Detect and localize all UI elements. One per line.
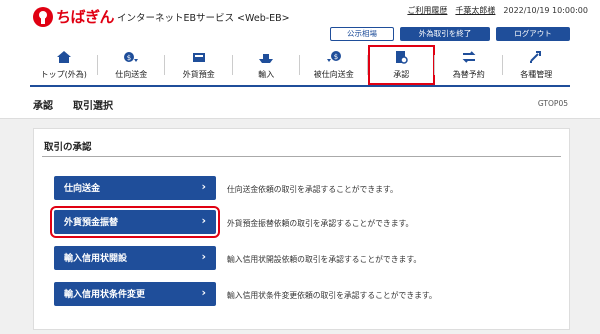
public-rate-button[interactable]: 公示相場 xyxy=(330,27,394,41)
chevron-right-icon: › xyxy=(201,214,206,227)
brand-name: ちばぎん xyxy=(56,8,115,26)
nav-item-deposit[interactable]: 外貨預金 xyxy=(165,45,233,85)
button-label: 外貨預金振替 xyxy=(64,218,119,228)
logo-mark-icon xyxy=(33,6,53,27)
chevron-right-icon: › xyxy=(201,286,206,299)
deposit-transfer-approval-button[interactable]: 外貨預金振替 › xyxy=(50,206,220,238)
send-money-approval-button[interactable]: 仕向送金 › xyxy=(54,176,216,200)
nav-item-management[interactable]: 各種管理 xyxy=(503,45,571,85)
end-fx-button[interactable]: 外為取引を終了 xyxy=(400,27,490,41)
home-icon xyxy=(56,51,71,63)
nav-item-receive-money[interactable]: $ 被仕向送金 xyxy=(300,45,368,85)
nav-label: トップ(外為) xyxy=(40,70,87,79)
current-datetime: 2022/10/19 10:00:00 xyxy=(503,6,588,15)
import-icon xyxy=(259,54,274,63)
nav-item-approval[interactable]: 承認 xyxy=(367,45,435,85)
nav-label: 為替予約 xyxy=(452,70,485,79)
page-title: 承認 xyxy=(33,101,53,112)
header-buttons: 公示相場 外為取引を終了 ログアウト xyxy=(330,27,570,41)
fx-contract-icon xyxy=(462,51,476,63)
nav-item-import[interactable]: 輸入 xyxy=(233,45,300,85)
nav-label: 各種管理 xyxy=(520,70,553,79)
nav-label: 輸入 xyxy=(258,70,275,79)
management-icon xyxy=(530,51,542,63)
button-label: 輸入信用状条件変更 xyxy=(64,290,146,300)
user-name-link[interactable]: 千葉太郎様 xyxy=(455,5,495,16)
nav-item-top[interactable]: トップ(外為) xyxy=(30,45,98,85)
nav-label: 仕向送金 xyxy=(115,70,148,79)
import-lc-open-approval-button[interactable]: 輸入信用状開設 › xyxy=(54,246,216,270)
top-links: ご利用履歴 千葉太郎様 2022/10/19 10:00:00 xyxy=(407,5,588,16)
nav-label: 被仕向送金 xyxy=(313,70,354,79)
chevron-right-icon: › xyxy=(201,250,206,263)
button-label: 仕向送金 xyxy=(64,184,101,194)
receive-money-icon: $ xyxy=(326,51,341,62)
chevron-right-icon: › xyxy=(201,180,206,193)
row-description: 輸入信用状条件変更依頼の取引を承認することができます。 xyxy=(227,291,437,300)
nav-item-fx-contract[interactable]: 為替予約 xyxy=(435,45,503,85)
nav-label: 外貨預金 xyxy=(182,70,215,79)
divider xyxy=(42,156,561,157)
logout-button[interactable]: ログアウト xyxy=(496,27,570,41)
page-header: 承認 取引選択 GTOP05 xyxy=(0,92,600,119)
approval-panel: 取引の承認 仕向送金 › 仕向送金依頼の取引を承認することができます。 外貨預金… xyxy=(33,128,570,330)
row-description: 外貨預金振替依頼の取引を承認することができます。 xyxy=(227,219,414,228)
deposit-icon xyxy=(192,53,205,62)
approval-icon xyxy=(396,51,408,64)
nav-label: 承認 xyxy=(393,70,410,79)
row-description: 仕向送金依頼の取引を承認することができます。 xyxy=(227,185,398,194)
screen-code: GTOP05 xyxy=(537,99,568,108)
svg-text:$: $ xyxy=(334,53,338,61)
bank-logo: ちばぎん インターネットEBサービス <Web-EB> xyxy=(33,6,290,27)
panel-title: 取引の承認 xyxy=(44,142,92,153)
row-description: 輸入信用状開設依頼の取引を承認することができます。 xyxy=(227,255,422,264)
button-label: 輸入信用状開設 xyxy=(64,254,128,264)
usage-history-link[interactable]: ご利用履歴 xyxy=(407,5,447,16)
nav-item-send-money[interactable]: $ 仕向送金 xyxy=(98,45,165,85)
svg-text:$: $ xyxy=(127,54,131,62)
import-lc-change-approval-button[interactable]: 輸入信用状条件変更 › xyxy=(54,282,216,306)
send-money-icon: $ xyxy=(124,52,139,62)
page-subtitle: 取引選択 xyxy=(73,101,113,112)
main-nav: トップ(外為) $ 仕向送金 外貨預金 輸入 $ 被仕向送金 承認 為替予約 各… xyxy=(30,45,570,87)
service-name: インターネットEBサービス <Web-EB> xyxy=(117,12,290,24)
